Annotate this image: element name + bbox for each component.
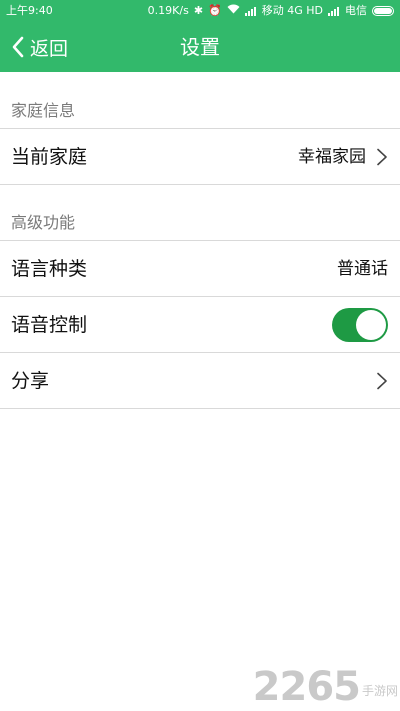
bluetooth-icon: ✱ bbox=[193, 4, 204, 17]
signal-icon bbox=[244, 6, 257, 16]
carrier-2: 电信 bbox=[345, 4, 367, 17]
battery-icon bbox=[372, 6, 394, 16]
carrier-1: 移动 4G HD bbox=[261, 4, 323, 17]
language-value: 普通话 bbox=[337, 259, 388, 279]
wifi-icon bbox=[227, 0, 240, 22]
network-speed: 0.19K/s bbox=[147, 4, 189, 17]
back-button[interactable]: 返回 bbox=[10, 22, 68, 72]
chevron-left-icon bbox=[12, 36, 24, 58]
alarm-icon: ⏰ bbox=[208, 4, 222, 17]
row-label: 语言种类 bbox=[11, 258, 88, 280]
section-header-label: 高级功能 bbox=[11, 213, 76, 232]
app-bar: 上午9:40 0.19K/s ✱ ⏰ 移动 4G HD 电信 返回 设置 bbox=[0, 0, 400, 72]
chevron-right-icon bbox=[377, 148, 387, 166]
status-time: 上午9:40 bbox=[6, 4, 53, 17]
watermark-number: 2265 bbox=[252, 664, 361, 710]
divider bbox=[0, 408, 400, 409]
row-share[interactable]: 分享 bbox=[0, 352, 400, 408]
voice-control-toggle[interactable] bbox=[332, 308, 388, 342]
row-voice-control: 语音控制 bbox=[0, 296, 400, 352]
row-label: 分享 bbox=[11, 370, 50, 392]
row-label: 当前家庭 bbox=[11, 146, 88, 168]
watermark-text: 手游网 bbox=[361, 684, 398, 698]
toggle-knob bbox=[356, 310, 386, 340]
status-icons: 0.19K/s ✱ ⏰ 移动 4G HD 电信 bbox=[148, 0, 394, 22]
row-language-type[interactable]: 语言种类 普通话 bbox=[0, 240, 400, 296]
back-label: 返回 bbox=[30, 37, 69, 60]
row-current-family[interactable]: 当前家庭 幸福家园 bbox=[0, 128, 400, 184]
row-label: 语音控制 bbox=[11, 314, 88, 336]
section-header-label: 家庭信息 bbox=[11, 101, 76, 120]
section-header-advanced: 高级功能 bbox=[0, 184, 400, 240]
title-bar: 返回 设置 bbox=[0, 22, 400, 72]
current-family-value: 幸福家园 bbox=[298, 147, 366, 167]
signal-icon-2 bbox=[328, 6, 340, 16]
chevron-right-icon bbox=[377, 372, 387, 390]
watermark-logo: 2265 手游网 bbox=[253, 667, 398, 707]
status-bar: 上午9:40 0.19K/s ✱ ⏰ 移动 4G HD 电信 bbox=[0, 0, 400, 22]
section-header-family: 家庭信息 bbox=[0, 72, 400, 128]
